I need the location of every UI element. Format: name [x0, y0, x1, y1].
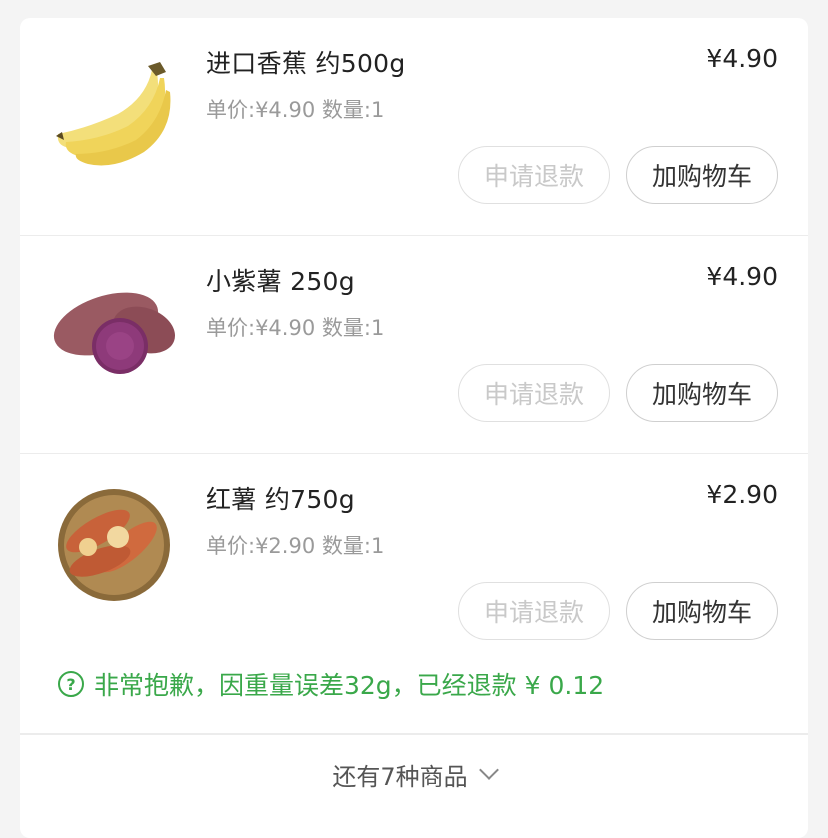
refund-button[interactable]: 申请退款: [458, 146, 610, 204]
order-items-card: 进口香蕉 约500g ¥4.90 单价:¥4.90 数量:1 申请退款 加购物车…: [20, 18, 808, 838]
show-more-items[interactable]: 还有7种商品: [20, 733, 808, 814]
add-to-cart-button[interactable]: 加购物车: [626, 582, 778, 640]
add-to-cart-button[interactable]: 加购物车: [626, 364, 778, 422]
item-unit-quantity: 单价:¥2.90 数量:1: [206, 534, 385, 558]
item-unit-quantity: 单价:¥4.90 数量:1: [206, 98, 385, 122]
add-to-cart-button[interactable]: 加购物车: [626, 146, 778, 204]
question-circle-icon[interactable]: ?: [58, 671, 84, 697]
refund-button[interactable]: 申请退款: [458, 364, 610, 422]
show-more-label: 还有7种商品: [332, 762, 468, 791]
item-price: ¥2.90: [706, 480, 778, 509]
refund-notice[interactable]: ? 非常抱歉，因重量误差32g，已经退款 ¥ 0.12: [58, 666, 604, 702]
red-sweet-potato-image: [58, 489, 170, 601]
order-item[interactable]: 红薯 约750g ¥2.90 单价:¥2.90 数量:1 申请退款 加购物车 ?…: [20, 454, 808, 735]
item-price: ¥4.90: [706, 44, 778, 73]
item-name: 进口香蕉 约500g: [206, 49, 406, 78]
refund-notice-text: 非常抱歉，因重量误差32g，已经退款 ¥ 0.12: [94, 671, 605, 700]
refund-button[interactable]: 申请退款: [458, 582, 610, 640]
item-name: 小紫薯 250g: [206, 267, 355, 296]
item-name: 红薯 约750g: [206, 485, 355, 514]
chevron-down-icon: [478, 760, 499, 780]
banana-image: [56, 62, 171, 166]
purple-sweet-potato-image: [53, 292, 175, 374]
item-unit-quantity: 单价:¥4.90 数量:1: [206, 316, 385, 340]
order-item[interactable]: 小紫薯 250g ¥4.90 单价:¥4.90 数量:1 申请退款 加购物车: [20, 236, 808, 454]
item-price: ¥4.90: [706, 262, 778, 291]
order-item[interactable]: 进口香蕉 约500g ¥4.90 单价:¥4.90 数量:1 申请退款 加购物车: [20, 18, 808, 236]
